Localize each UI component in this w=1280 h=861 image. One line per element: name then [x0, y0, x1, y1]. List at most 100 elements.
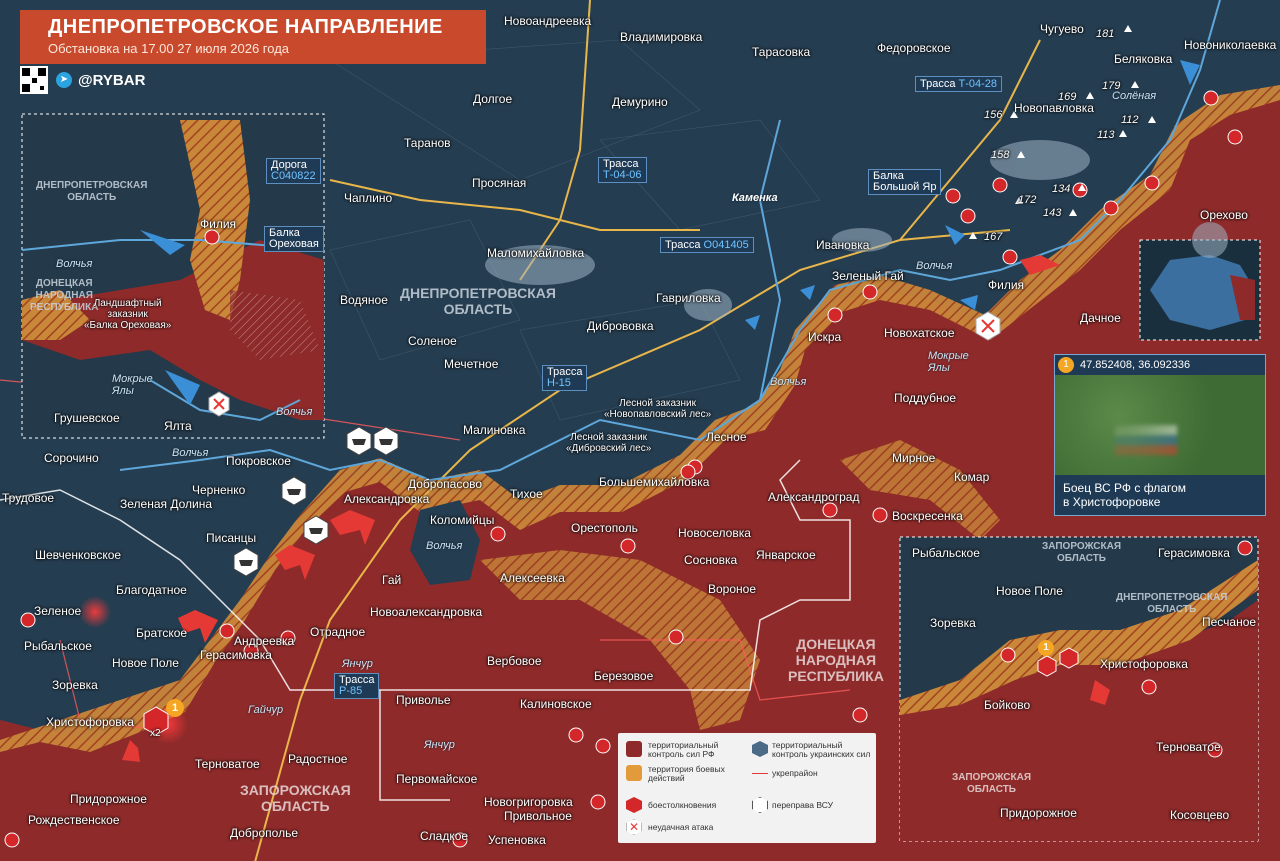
strike-glow	[79, 596, 111, 628]
header-banner: ДНЕПРОПЕТРОВСКОЕ НАПРАВЛЕНИЕ Обстановка …	[20, 10, 486, 64]
legend-label: укрепрайон	[772, 768, 818, 778]
settlement-label: Сосновка	[684, 553, 738, 567]
reserve-line: «Балка Ореховая»	[84, 320, 172, 331]
settlement-label: Косовцево	[1170, 808, 1230, 822]
photo-coords-bar: 1 47.852408, 36.092336	[1055, 355, 1265, 375]
settlement-label: Поддубное	[894, 391, 957, 405]
settlement-label: Доброполье	[230, 826, 298, 840]
settlement-label: Мечетное	[444, 357, 499, 371]
legend-label: территориальный контроль сил РФ	[648, 740, 719, 759]
qr-code-icon	[20, 66, 48, 94]
settlement-label: Алексеевка	[500, 571, 565, 585]
height-label: 112	[1121, 114, 1139, 126]
legend: территориальный контроль сил РФ территор…	[618, 733, 876, 843]
photo-marker[interactable]: 1	[1038, 640, 1054, 656]
photo-caption-line: в Христофоровке	[1063, 495, 1161, 509]
settlement-label: Коломийцы	[430, 513, 495, 527]
river-label: Волчья	[276, 406, 313, 418]
settlement-label: Малиновка	[463, 423, 526, 437]
settlement-label: Герасимовка	[1158, 546, 1230, 560]
page-subtitle: Обстановка на 17.00 27 июля 2026 года	[48, 41, 290, 56]
settlement-label: Дачное	[1080, 311, 1121, 325]
reserve-label: Лесной заказник «Новопавловский лес»	[604, 398, 711, 420]
settlement-label: Гай	[382, 573, 402, 587]
river-label: Волчья	[56, 258, 93, 270]
settlement-label: Терноватое	[1156, 740, 1221, 754]
settlement-label: Соленое	[408, 334, 457, 348]
region-label: ЗАПОРОЖСКАЯ ОБЛАСТЬ	[952, 772, 1031, 796]
settlement-label: Зеленый Гай	[832, 269, 904, 283]
region-line: РЕСПУБЛИКА	[788, 668, 884, 684]
brand-bar: ➤ @RYBAR	[20, 66, 180, 94]
road-tag: Трасса О041405	[660, 237, 754, 253]
settlement-label: Новохатское	[884, 326, 955, 340]
region-line: ОБЛАСТЬ	[1057, 553, 1106, 564]
ru-control-swatch	[626, 741, 642, 757]
photo-marker[interactable]: 1	[166, 699, 184, 717]
fortification-line	[752, 773, 768, 774]
settlement-label: Чугуево	[1040, 22, 1084, 36]
settlement-label: Герасимовка	[200, 648, 272, 662]
settlement-label: Ялта	[164, 419, 192, 433]
settlement-label: Писанцы	[206, 531, 257, 545]
river-label: Янчур	[424, 739, 455, 751]
settlement-label: Братское	[136, 626, 188, 640]
settlement-label: Приволье	[396, 693, 451, 707]
legend-label: территориальный контроль украинских сил	[772, 740, 871, 759]
settlement-label: Тихое	[510, 487, 543, 501]
settlement-label: Новоандреевка	[504, 14, 592, 28]
region-line: ОБЛАСТЬ	[967, 784, 1016, 795]
region-line: ДОНЕЦКАЯ	[35, 278, 93, 289]
settlement-label: Черненко	[192, 483, 246, 497]
settlement-label: Просяная	[472, 176, 527, 190]
settlement-label: Новогригоровка	[484, 795, 573, 809]
settlement-label: Березовое	[594, 669, 654, 683]
settlement-label: Воскресенка	[892, 509, 963, 523]
river-label: Мокрые Ялы	[112, 373, 153, 397]
settlement-label: Грушевское	[54, 411, 120, 425]
settlement-label: Покровское	[226, 454, 291, 468]
settlement-label: Лесное	[706, 430, 747, 444]
settlement-label: Благодатное	[116, 583, 187, 597]
settlement-label: Чаплино	[344, 191, 393, 205]
reserve-line: Лесной заказник	[619, 398, 696, 409]
settlement-label: Орехово	[1200, 208, 1248, 222]
settlement-label: Шевченковское	[35, 548, 122, 562]
clash-icon	[626, 797, 642, 813]
feature-line: Большой Яр	[873, 181, 937, 193]
road-tag: Дорога С040822	[266, 158, 321, 184]
settlement-label: Александроград	[768, 490, 860, 504]
settlement-label: Андреевка	[234, 634, 295, 648]
settlement-label: Комар	[954, 470, 990, 484]
region-label: ДНЕПРОПЕТРОВСКАЯ ОБЛАСТЬ	[36, 180, 147, 204]
region-label: ЗАПОРОЖСКАЯ ОБЛАСТЬ	[240, 782, 351, 814]
photo-caption: Боец ВС РФ с флагом в Христофоровке	[1055, 477, 1265, 513]
height-label: 134	[1052, 183, 1071, 195]
region-line: ДНЕПРОПЕТРОВСКАЯ	[1116, 592, 1228, 603]
settlement-label: Маломихайловка	[487, 246, 585, 260]
settlement-label: Отрадное	[310, 625, 366, 639]
region-label: ДОНЕЦКАЯ НАРОДНАЯ РЕСПУБЛИКА	[788, 636, 884, 684]
settlement-label: Тарасовка	[752, 45, 811, 59]
settlement-label: Рыбальское	[24, 639, 92, 653]
settlement-label: Привольное	[504, 809, 572, 823]
settlement-label: Придорожное	[1000, 806, 1077, 820]
road-name: Трасса	[665, 239, 701, 251]
settlement-label: Песчаное	[1202, 615, 1257, 629]
region-line: ОБЛАСТЬ	[261, 798, 330, 814]
settlement-label: Орестополь	[571, 521, 638, 535]
settlement-label: Демурино	[612, 95, 668, 109]
region-line: ДОНЕЦКАЯ	[796, 636, 876, 652]
ukraine-overview-map	[1139, 239, 1261, 341]
photo-panel[interactable]: 1 47.852408, 36.092336 Боец ВС РФ с флаго…	[1054, 354, 1266, 516]
river-label: Волчья	[426, 540, 463, 552]
settlement-label: Терноватое	[195, 757, 260, 771]
reserve-label: Лесной заказник «Дибровский лес»	[566, 432, 651, 454]
settlement-label: Январское	[756, 548, 816, 562]
region-line: НАРОДНАЯ	[795, 652, 877, 668]
photo-marker: 1	[1058, 357, 1074, 374]
brand-name: @RYBAR	[78, 72, 146, 89]
settlement-label: Беляковка	[1114, 52, 1173, 66]
settlement-label: Федоровское	[877, 41, 951, 55]
settlement-label: Новониколаевка	[1184, 38, 1277, 52]
